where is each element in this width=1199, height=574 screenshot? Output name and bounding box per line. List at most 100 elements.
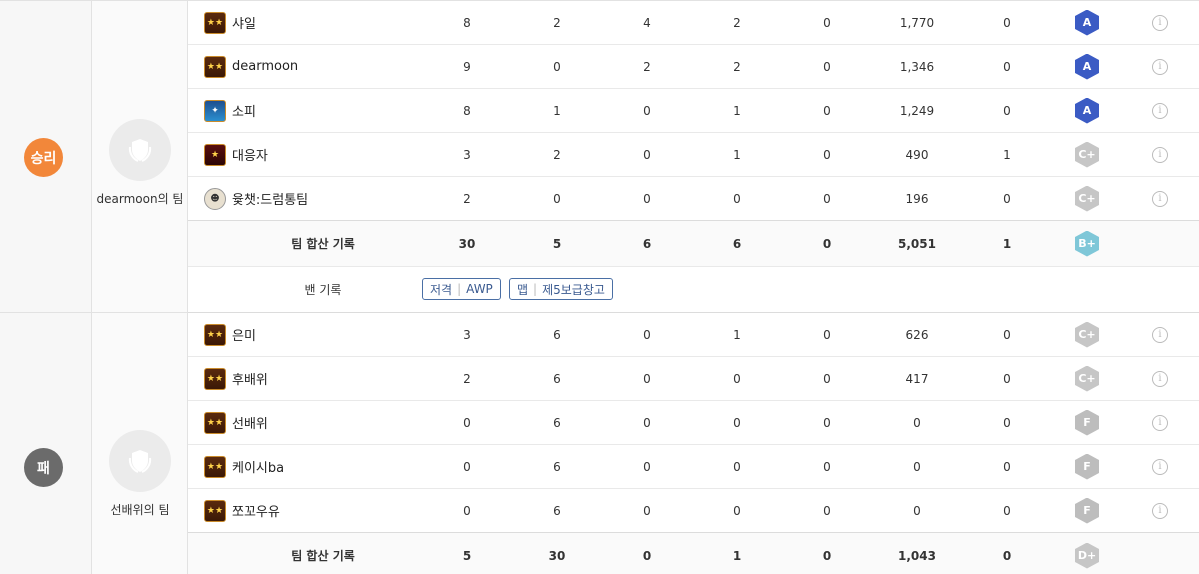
mvp-value: 0 [1003, 327, 1011, 342]
player-cell[interactable]: ★★ 쪼꼬우유 [204, 489, 280, 532]
player-name[interactable]: 윷챗:드럼통팀 [232, 189, 308, 208]
grade-badge: F [1075, 453, 1099, 480]
player-name[interactable]: 케이시ba [232, 457, 284, 476]
player-name[interactable]: 대응자 [232, 145, 268, 164]
info-icon[interactable]: i [1152, 146, 1168, 163]
mvp-value: 0 [1003, 103, 1011, 118]
player-name[interactable]: 선배위 [232, 413, 268, 432]
player-cell[interactable]: ★ 대응자 [204, 133, 268, 176]
kill-value: 8 [463, 15, 471, 30]
damage-value: 417 [905, 371, 929, 386]
kill-value: 8 [463, 103, 471, 118]
mvp-value: 0 [1003, 459, 1011, 474]
grade-badge: A [1075, 9, 1099, 36]
death-value: 6 [553, 327, 561, 342]
assist-value: 0 [643, 191, 651, 206]
c4-value: 1 [733, 147, 741, 162]
player-name[interactable]: 소피 [232, 101, 256, 120]
rank-stars-icon: ★★ [204, 455, 226, 478]
player-cell[interactable]: ★★ dearmoon [204, 45, 298, 88]
player-cell[interactable]: ★★ 케이시ba [204, 445, 284, 488]
info-icon[interactable]: i [1152, 102, 1168, 119]
defuse-value: 0 [823, 371, 831, 386]
player-cell[interactable]: ★★ 선배위 [204, 401, 268, 444]
assist-value: 0 [643, 459, 651, 474]
defuse-value: 0 [823, 503, 831, 518]
info-icon[interactable]: i [1152, 370, 1168, 387]
grade-badge: C+ [1075, 141, 1099, 168]
grade-badge: A [1075, 97, 1099, 124]
assist-value: 4 [643, 15, 651, 30]
assist-value: 0 [643, 103, 651, 118]
win-badge: 승리 [24, 138, 63, 177]
player-cell[interactable]: ☻ 윷챗:드럼통팀 [204, 177, 308, 220]
info-icon[interactable]: i [1152, 414, 1168, 431]
info-icon[interactable]: i [1152, 58, 1168, 75]
ban-value: 제5보급창고 [542, 282, 605, 297]
defuse-value: 0 [823, 59, 831, 74]
total-mvp: 0 [1002, 548, 1012, 563]
rank-single-star-icon: ★ [204, 143, 226, 166]
total-kill: 30 [458, 236, 476, 251]
grade-badge: F [1075, 409, 1099, 436]
player-name[interactable]: dearmoon [232, 59, 298, 74]
player-row: ★ 대응자 3 2 0 1 0 490 1 C+ i [188, 132, 1199, 176]
player-name[interactable]: 샤일 [232, 13, 256, 32]
kill-value: 0 [463, 503, 471, 518]
lose-badge: 패 [24, 448, 63, 487]
rank-stars-icon: ★★ [204, 323, 226, 346]
damage-value: 490 [905, 147, 929, 162]
death-value: 6 [553, 415, 561, 430]
defuse-value: 0 [823, 15, 831, 30]
death-value: 0 [553, 191, 561, 206]
mvp-value: 0 [1003, 415, 1011, 430]
assist-value: 0 [643, 503, 651, 518]
team-total-row: 팀 합산 기록 30 5 6 6 0 5,051 1 B+ [188, 220, 1199, 266]
total-mvp: 1 [1002, 236, 1012, 251]
info-icon[interactable]: i [1152, 502, 1168, 519]
player-row: ★★ dearmoon 9 0 2 2 0 1,346 0 A i [188, 44, 1199, 88]
player-row: ☻ 윷챗:드럼통팀 2 0 0 0 0 196 0 C+ i [188, 176, 1199, 220]
rank-stars-icon: ★★ [204, 499, 226, 522]
total-c4: 1 [732, 548, 742, 563]
defuse-value: 0 [823, 327, 831, 342]
damage-value: 626 [905, 327, 929, 342]
ban-chip-map[interactable]: 맵 | 제5보급창고 [509, 278, 613, 300]
player-cell[interactable]: ★★ 은미 [204, 313, 256, 356]
info-icon[interactable]: i [1152, 458, 1168, 475]
player-cell[interactable]: ★★ 샤일 [204, 1, 256, 44]
player-name[interactable]: 은미 [232, 325, 256, 344]
team-total-row: 팀 합산 기록 5 30 0 1 0 1,043 0 D+ [188, 532, 1199, 574]
separator: | [533, 282, 538, 296]
result-column: 패 [0, 312, 92, 574]
total-assist: 6 [642, 236, 652, 251]
ban-chip-weapon[interactable]: 저격 | AWP [422, 278, 501, 300]
grade-badge: A [1075, 53, 1099, 80]
separator: | [457, 282, 462, 296]
player-name[interactable]: 쪼꼬우유 [232, 501, 280, 520]
team-name: 선배위의 팀 [110, 503, 170, 517]
mvp-value: 0 [1003, 191, 1011, 206]
info-icon[interactable]: i [1152, 190, 1168, 207]
team-name: dearmoon의 팀 [96, 192, 184, 206]
death-value: 0 [553, 59, 561, 74]
kill-value: 9 [463, 59, 471, 74]
defuse-value: 0 [823, 147, 831, 162]
defuse-value: 0 [823, 459, 831, 474]
info-icon[interactable]: i [1152, 326, 1168, 343]
grade-badge: F [1075, 497, 1099, 524]
player-cell[interactable]: ✦ 소피 [204, 89, 256, 132]
defuse-value: 0 [823, 415, 831, 430]
player-name[interactable]: 후배위 [232, 369, 268, 388]
player-cell[interactable]: ★★ 후배위 [204, 357, 268, 400]
death-value: 2 [553, 15, 561, 30]
player-row: ✦ 소피 8 1 0 1 0 1,249 0 A i [188, 88, 1199, 132]
ban-type: 저격 [430, 282, 453, 297]
player-row: ★★ 케이시ba 0 6 0 0 0 0 0 F i [188, 444, 1199, 488]
info-icon[interactable]: i [1152, 14, 1168, 31]
death-value: 6 [553, 459, 561, 474]
grade-badge: C+ [1075, 185, 1099, 212]
c4-value: 0 [733, 191, 741, 206]
assist-value: 0 [643, 327, 651, 342]
ban-record-row: 밴 기록 저격 | AWP 맵 | 제5보급창고 [188, 266, 1199, 311]
